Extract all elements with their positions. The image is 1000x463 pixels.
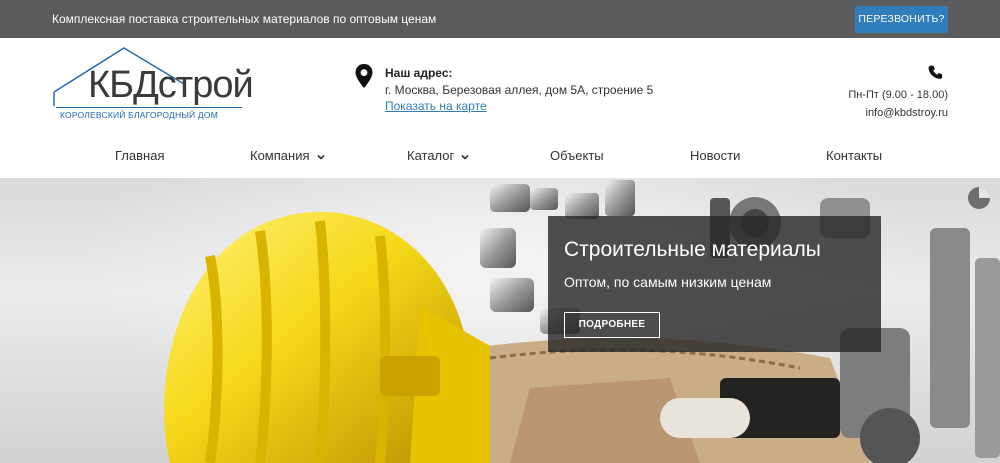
slider-timer-icon[interactable] <box>967 186 991 210</box>
chevron-down-icon <box>316 154 325 160</box>
hard-hat-image <box>164 211 490 463</box>
nav-item-label: Главная <box>115 148 165 163</box>
main-nav: Главная Компания Каталог Объекты Новости… <box>0 140 1000 176</box>
hero-slider[interactable]: Строительные материалы Оптом, по самым н… <box>0 178 1000 463</box>
slide-caption: Строительные материалы Оптом, по самым н… <box>548 216 881 352</box>
nav-item-home[interactable]: Главная <box>115 148 164 163</box>
working-hours: Пн-Пт (9.00 - 18.00) <box>848 89 948 101</box>
site-header: КБДстрой КОРОЛЕВСКИЙ БЛАГОРОДНЫЙ ДОМ Наш… <box>0 38 1000 178</box>
nav-item-label: Компания <box>250 148 310 163</box>
nav-item-objects[interactable]: Объекты <box>550 148 604 163</box>
nav-item-news[interactable]: Новости <box>690 148 740 163</box>
logo-text: КБДстрой <box>88 64 254 106</box>
slide-subtitle: Оптом, по самым низким ценам <box>564 274 772 290</box>
slide-title: Строительные материалы <box>564 238 821 261</box>
logo-divider <box>56 107 242 108</box>
nav-item-label: Новости <box>690 148 741 163</box>
nav-item-company[interactable]: Компания <box>250 148 326 163</box>
chevron-down-icon <box>461 154 469 160</box>
logo-subtitle: КОРОЛЕВСКИЙ БЛАГОРОДНЫЙ ДОМ <box>60 110 218 120</box>
address-label: Наш адрес: <box>385 66 453 80</box>
top-bar-tagline: Комплексная поставка строительных матери… <box>52 12 437 26</box>
more-button[interactable]: ПОДРОБНЕЕ <box>564 312 660 338</box>
email-link[interactable]: info@kbdstroy.ru <box>866 107 949 119</box>
nav-item-label: Каталог <box>407 148 455 163</box>
site-logo[interactable]: КБДстрой КОРОЛЕВСКИЙ БЛАГОРОДНЫЙ ДОМ <box>52 44 254 124</box>
phone-icon[interactable] <box>928 65 944 81</box>
callback-button[interactable]: ПЕРЕЗВОНИТЬ? <box>855 6 948 33</box>
map-pin-icon <box>355 64 373 88</box>
nav-item-label: Объекты <box>550 148 604 163</box>
address-value: г. Москва, Березовая аллея, дом 5А, стро… <box>385 83 654 97</box>
top-bar: Комплексная поставка строительных матери… <box>0 0 1000 38</box>
nav-item-contacts[interactable]: Контакты <box>826 148 882 163</box>
show-on-map-link[interactable]: Показать на карте <box>385 99 487 113</box>
nav-item-catalog[interactable]: Каталог <box>407 148 470 163</box>
nav-item-label: Контакты <box>826 148 883 163</box>
